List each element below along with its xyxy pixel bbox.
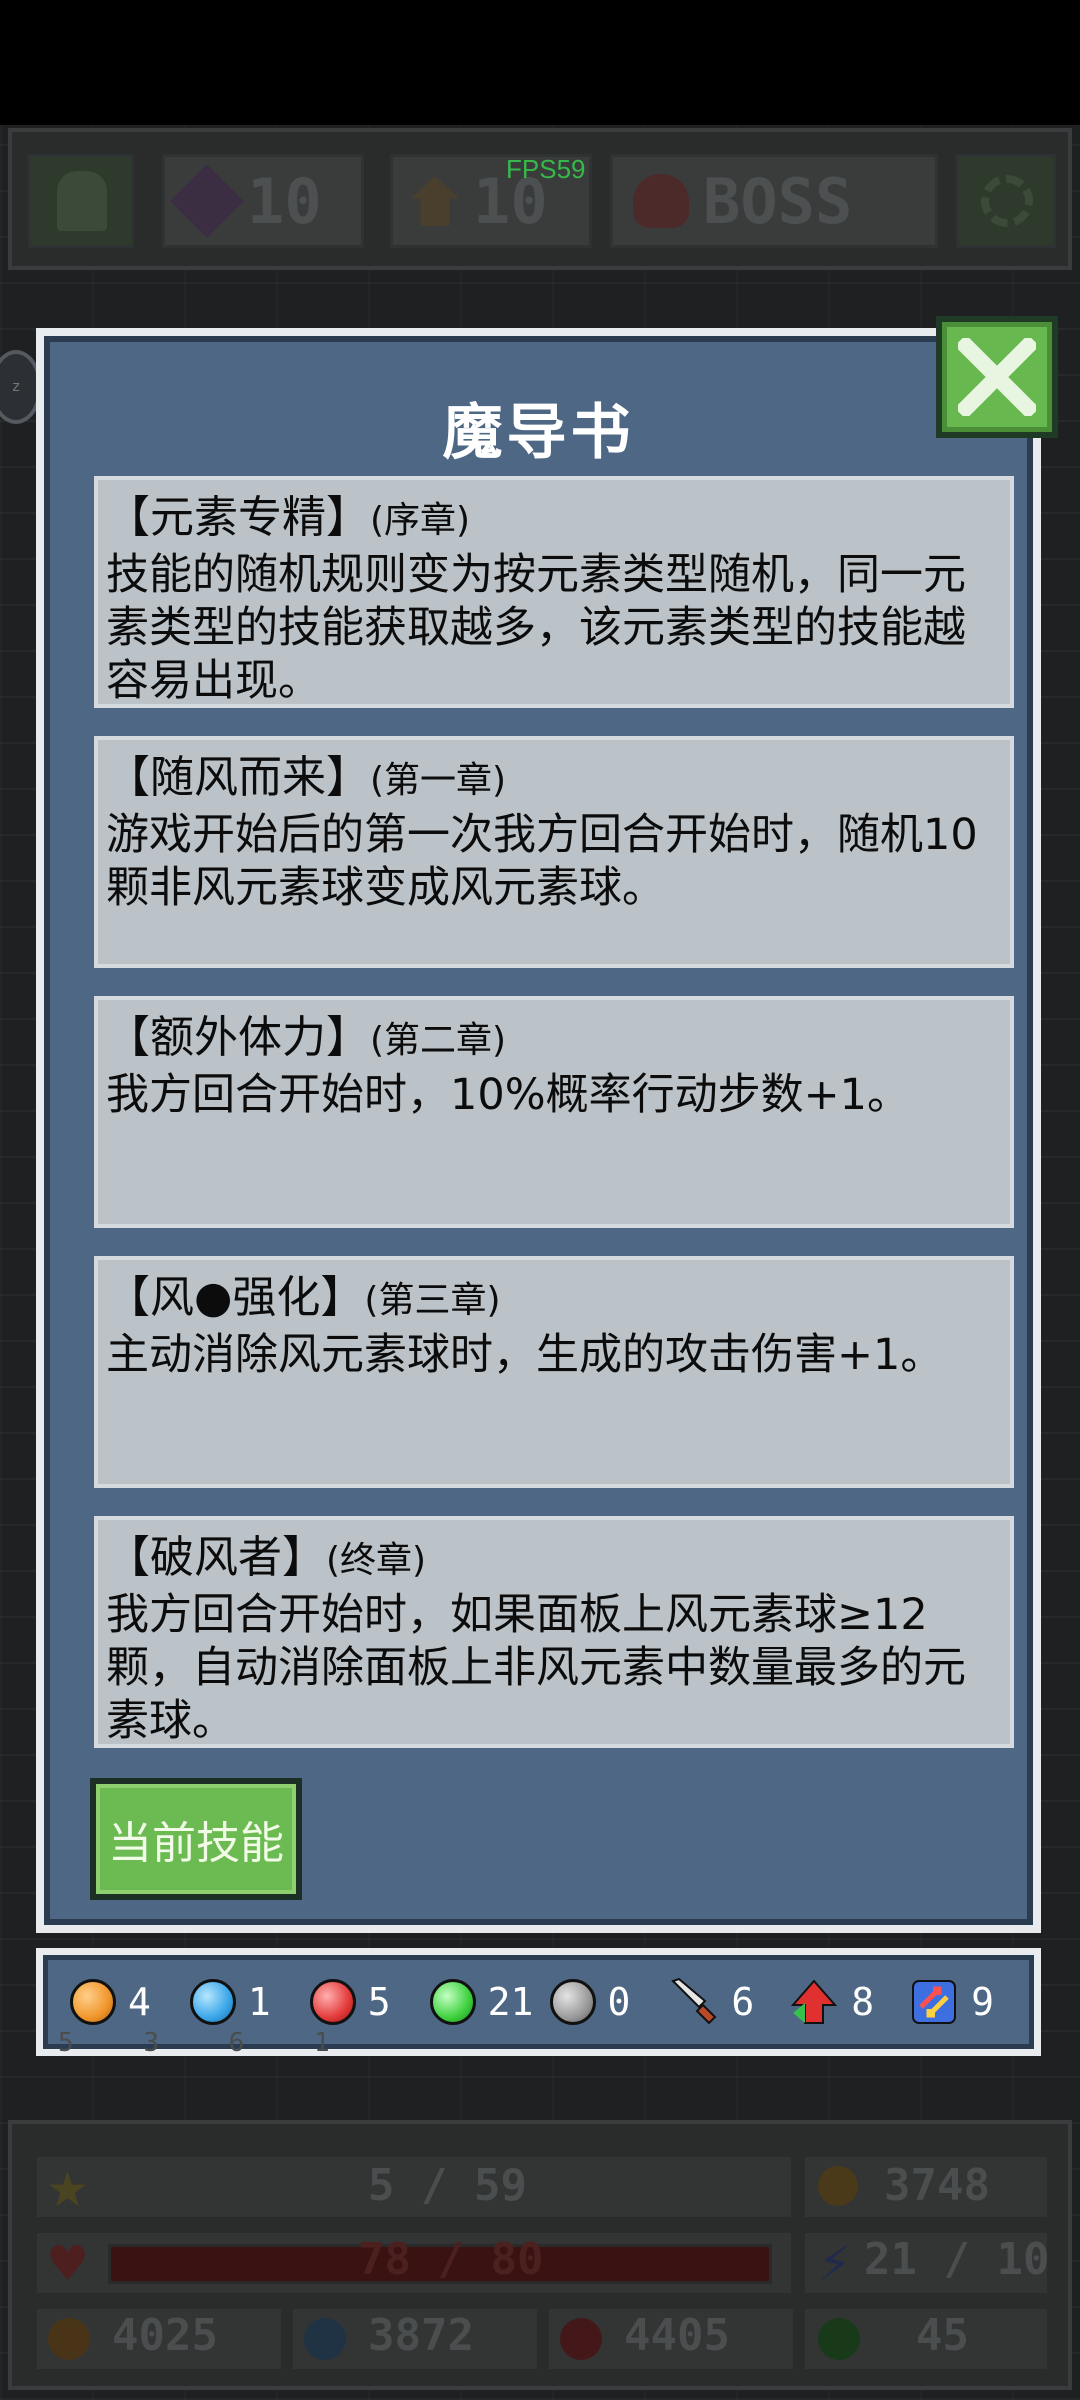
close-icon [958,338,1036,416]
skill-card: 【风●强化】(第三章) 主动消除风元素球时，生成的攻击伤害+1。 [94,1256,1014,1488]
skill-name: 【随风而来】 [106,752,370,803]
resource-item: 0 [549,1979,670,2025]
skill-chapter: (第二章) [370,1020,507,1061]
coin-icon [818,2166,858,2206]
resource-count: 5 [367,1980,391,2024]
green-orb-icon [429,1979,476,2025]
hp-text: 78 / 80 [358,2234,544,2285]
star-icon: ★ [46,2162,90,2218]
gear-icon [981,175,1033,227]
resource-count: 0 [607,1980,631,2024]
resource-item: 6 [669,1977,789,2027]
skill-name: 【元素专精】 [106,492,370,543]
resource-count: 21 [487,1980,534,2024]
swap-icon [912,1980,957,2024]
house-icon [411,176,459,226]
current-skill-button[interactable]: 当前技能 [90,1778,302,1900]
gem-icon [170,164,244,238]
skill-chapter: (序章) [370,500,471,541]
skill-chapter: (终章) [326,1540,427,1581]
green-total: 45 [916,2310,969,2361]
skill-chapter: (第三章) [364,1280,501,1321]
level-text: 5 / 59 [368,2160,527,2211]
mini-count: 3 [143,2028,159,2058]
skill-description: 我方回合开始时，10%概率行动步数+1。 [106,1070,910,1120]
resource-item: 8 [789,1977,909,2027]
mini-indicators: 5 3 6 1 [18,2028,330,2058]
skill-name: 【破风者】 [106,1532,326,1583]
heart-icon: ♥ [46,2236,90,2292]
skill-card: 【元素专精】(序章) 技能的随机规则变为按元素类型随机，同一元素类型的技能获取越… [94,476,1014,708]
skill-card: 【额外体力】(第二章) 我方回合开始时，10%概率行动步数+1。 [94,996,1014,1228]
sword-icon [671,1977,717,2025]
resource-count: 1 [247,1980,271,2024]
boss-label: BOSS [703,164,853,238]
resource-item: 4 [70,1979,190,2025]
current-skill-label: 当前技能 [96,1784,296,1894]
arrow-up-icon [791,1979,838,2024]
resource-count: 6 [731,1980,755,2024]
resource-count: 8 [851,1980,875,2024]
settings-button[interactable] [956,154,1056,248]
gray-orb-icon [549,1979,596,2025]
boss-button[interactable]: BOSS [610,154,938,248]
zz-icon: z [12,379,20,395]
resource-count: 4 [128,1980,151,2024]
blue-orb-icon [304,2318,346,2360]
skill-description: 我方回合开始时，如果面板上风元素球≥12颗，自动消除面板上非风元素中数量最多的元… [106,1590,966,1746]
grimoire-dialog-panel: 魔导书 【元素专精】(序章) 技能的随机规则变为按元素类型随机，同一元素类型的技… [44,336,1033,1925]
resource-item: 21 [429,1979,550,2025]
resource-count: 9 [971,1980,995,2024]
blue-orb-icon [189,1979,236,2025]
dialog-title: 魔导书 [442,398,635,468]
red-orb-icon [309,1979,356,2025]
grimoire-dialog: 魔导书 【元素专精】(序章) 技能的随机规则变为按元素类型随机，同一元素类型的技… [36,328,1041,1933]
skill-card: 【随风而来】(第一章) 游戏开始后的第一次我方回合开始时，随机10颗非风元素球变… [94,736,1014,968]
green-orb-icon [818,2318,860,2360]
skill-name: 【额外体力】 [106,1012,370,1063]
skill-name: 【风●强化】 [106,1272,365,1323]
skill-description: 主动消除风元素球时，生成的攻击伤害+1。 [106,1330,944,1380]
orange-orb-icon [70,1979,116,2025]
red-total: 4405 [624,2310,730,2361]
resource-item: 9 [909,1977,1029,2027]
boss-skull-icon [633,174,689,228]
blue-total: 3872 [368,2310,474,2361]
mini-count: 1 [313,2028,330,2058]
bottom-stats-panel: ★ 5 / 59 3748 ♥ 78 / 80 ⚡ 21 / 10 4025 3… [8,2120,1072,2390]
mini-count: 6 [228,2028,245,2058]
top-hud: 10 10 BOSS [8,128,1072,270]
energy-text: 21 / 10 [864,2234,1050,2285]
red-orb-icon [560,2318,602,2360]
fps-counter: FPS59 [506,154,586,184]
skill-chapter: (第一章) [370,760,507,801]
gem-count: 10 [247,164,322,238]
person-icon [57,171,107,231]
skill-card: 【破风者】(终章) 我方回合开始时，如果面板上风元素球≥12颗，自动消除面板上非… [94,1516,1014,1748]
close-button[interactable] [936,316,1058,438]
skill-description: 技能的随机规则变为按元素类型随机，同一元素类型的技能获取越多，该元素类型的技能越… [106,550,966,706]
orange-total: 4025 [112,2310,218,2361]
resource-item: 5 [309,1979,430,2025]
skill-description: 游戏开始后的第一次我方回合开始时，随机10颗非风元素球变成风元素球。 [106,810,978,913]
profile-button[interactable] [28,154,134,248]
resource-item: 1 [189,1979,310,2025]
gold-text: 3748 [884,2160,990,2211]
orange-orb-icon [48,2318,90,2360]
mini-count: 5 [58,2028,74,2058]
gem-counter: 10 [162,154,364,248]
lightning-icon: ⚡ [818,2236,852,2292]
